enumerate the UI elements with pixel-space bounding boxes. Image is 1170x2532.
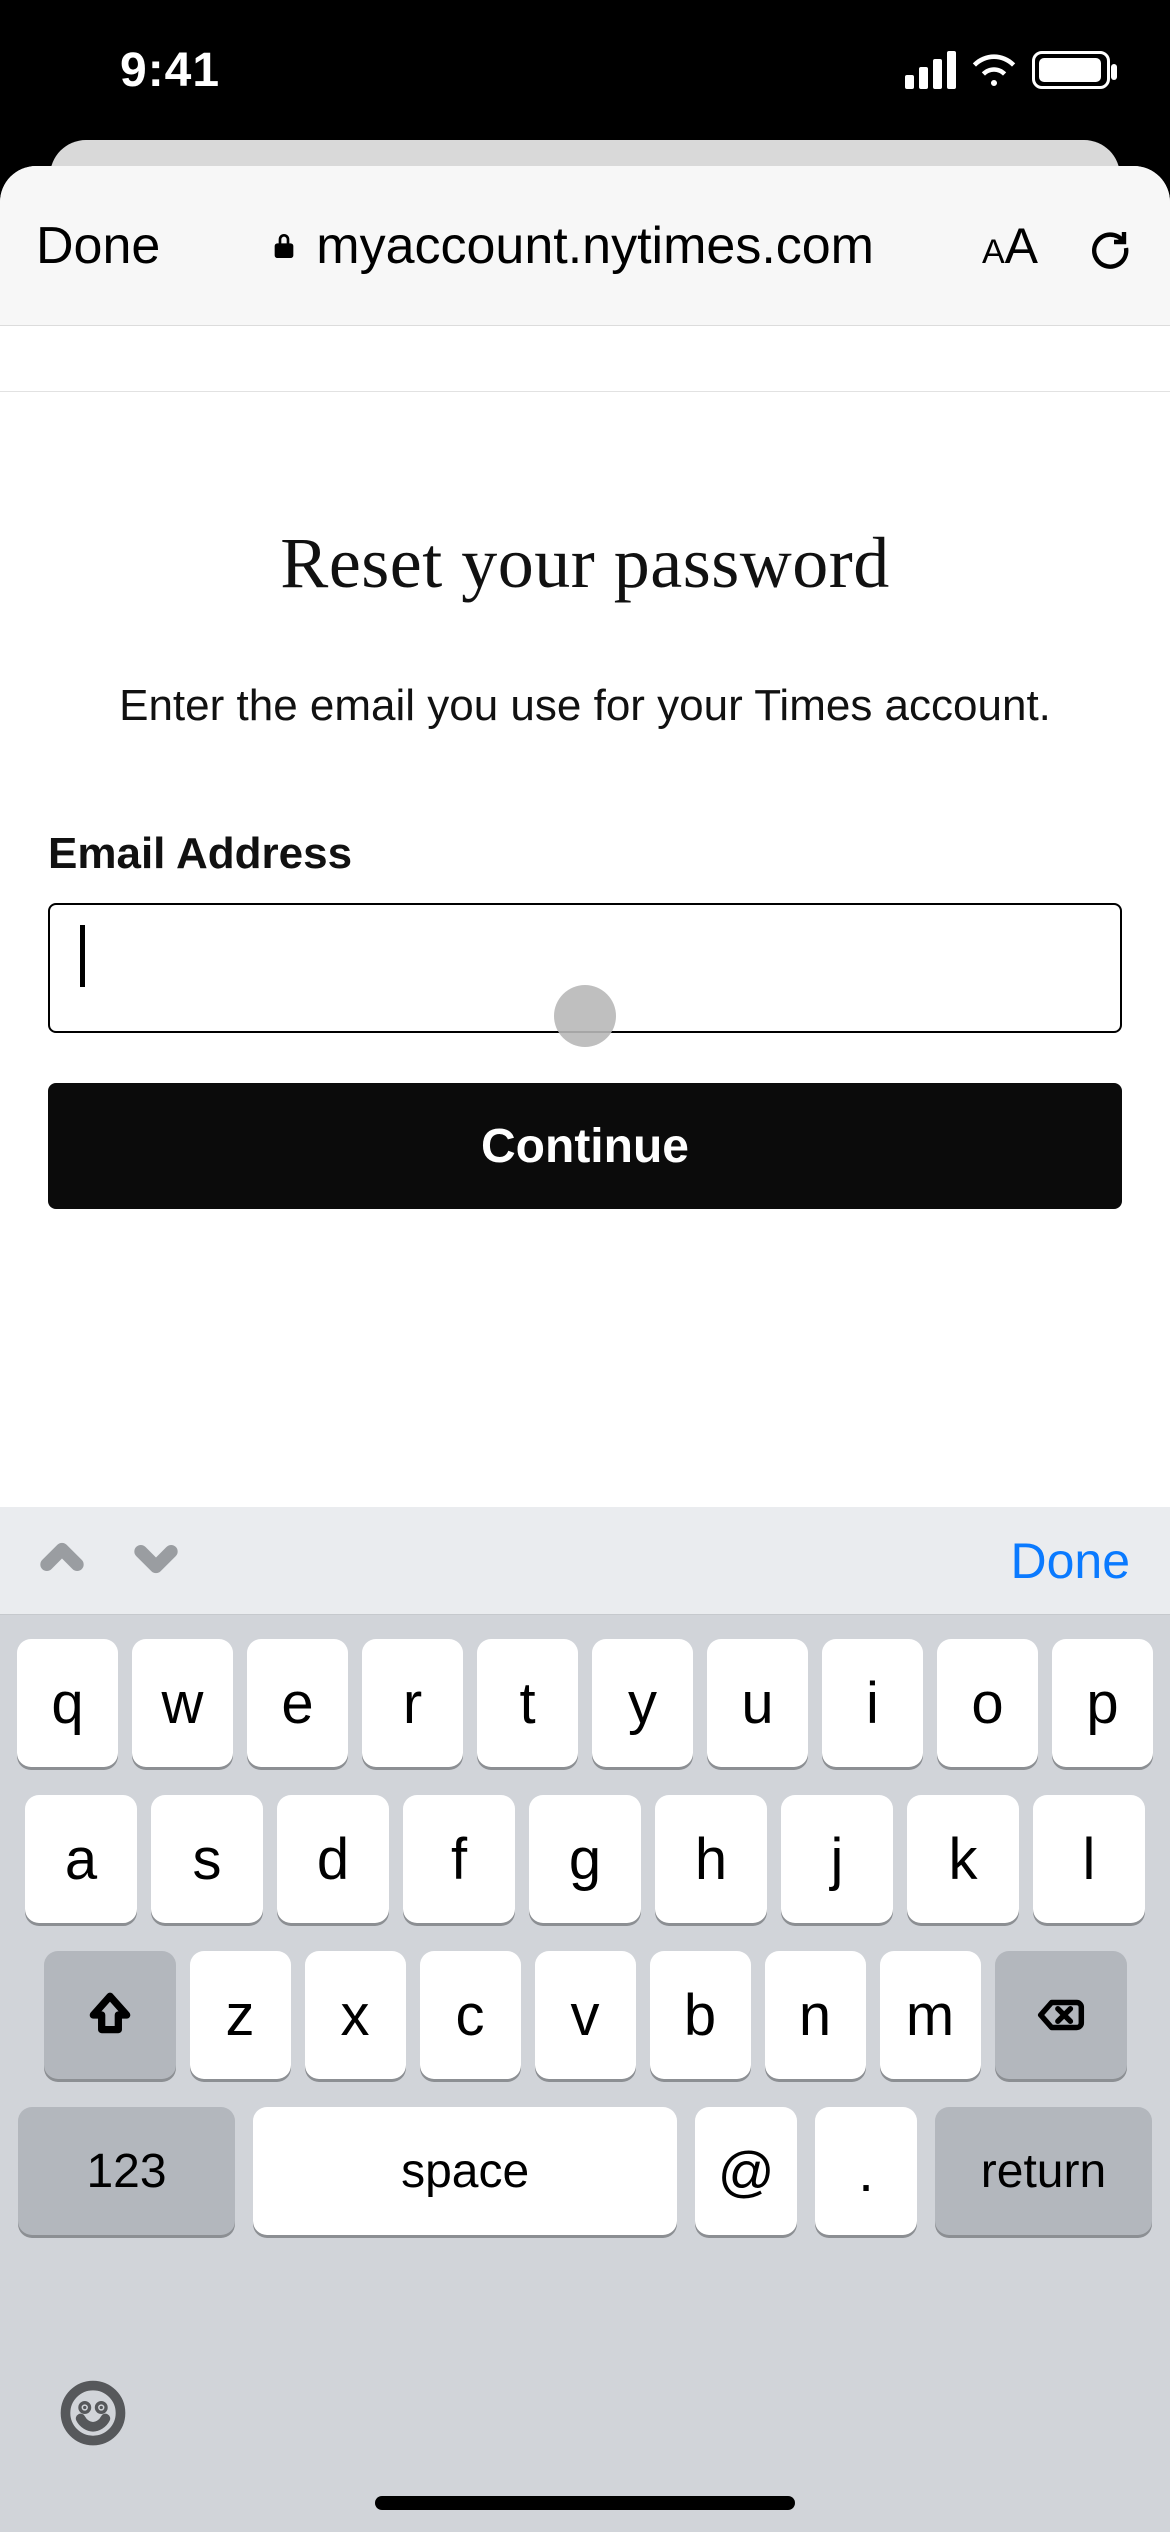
key-h[interactable]: h [655,1795,767,1923]
reload-button[interactable] [1086,222,1134,270]
key-y[interactable]: y [592,1639,693,1767]
done-button[interactable]: Done [36,216,160,276]
at-key[interactable]: @ [695,2107,797,2235]
key-c[interactable]: c [420,1951,521,2079]
page-title: Reset your password [48,522,1122,605]
key-g[interactable]: g [529,1795,641,1923]
key-w[interactable]: w [132,1639,233,1767]
continue-button[interactable]: Continue [48,1083,1122,1209]
dot-key[interactable]: . [815,2107,917,2235]
return-key[interactable]: return [935,2107,1152,2235]
key-f[interactable]: f [403,1795,515,1923]
key-s[interactable]: s [151,1795,263,1923]
key-k[interactable]: k [907,1795,1019,1923]
text-caret [80,925,85,987]
key-n[interactable]: n [765,1951,866,2079]
key-z[interactable]: z [190,1951,291,2079]
web-page: Reset your password Enter the email you … [0,326,1170,1209]
key-j[interactable]: j [781,1795,893,1923]
key-t[interactable]: t [477,1639,578,1767]
url-text: myaccount.nytimes.com [316,216,874,276]
battery-icon [1032,51,1110,89]
safari-toolbar: Done myaccount.nytimes.com AA [0,166,1170,326]
key-o[interactable]: o [937,1639,1038,1767]
numbers-key[interactable]: 123 [18,2107,235,2235]
keyboard-done-button[interactable]: Done [1010,1532,1130,1590]
shift-key[interactable] [44,1951,176,2079]
lock-icon [268,230,300,262]
key-i[interactable]: i [822,1639,923,1767]
key-u[interactable]: u [707,1639,808,1767]
email-label: Email Address [48,829,1122,879]
home-indicator [375,2496,795,2510]
key-r[interactable]: r [362,1639,463,1767]
next-field-button[interactable] [130,1532,182,1589]
cellular-signal-icon [905,51,956,89]
page-header-strip [0,326,1170,392]
key-b[interactable]: b [650,1951,751,2079]
key-m[interactable]: m [880,1951,981,2079]
touch-indicator [554,985,616,1047]
status-bar: 9:41 [0,0,1170,140]
key-v[interactable]: v [535,1951,636,2079]
key-d[interactable]: d [277,1795,389,1923]
email-field-wrap [48,879,1122,1033]
address-bar[interactable]: myaccount.nytimes.com [268,216,874,276]
prev-field-button[interactable] [36,1532,88,1589]
keyboard-accessory-bar: Done [0,1507,1170,1615]
status-time: 9:41 [120,43,220,98]
page-subtitle: Enter the email you use for your Times a… [48,681,1122,731]
keyboard: Done qwertyuiop asdfghjkl zxcvbnm 123 sp… [0,1507,1170,2532]
safari-sheet: Done myaccount.nytimes.com AA Reset your [0,166,1170,2532]
status-icons [905,46,1110,94]
key-x[interactable]: x [305,1951,406,2079]
key-a[interactable]: a [25,1795,137,1923]
space-key[interactable]: space [253,2107,677,2235]
text-size-button[interactable]: AA [982,217,1038,275]
key-p[interactable]: p [1052,1639,1153,1767]
key-l[interactable]: l [1033,1795,1145,1923]
backspace-key[interactable] [995,1951,1127,2079]
key-q[interactable]: q [17,1639,118,1767]
key-e[interactable]: e [247,1639,348,1767]
emoji-key[interactable] [60,2380,126,2451]
wifi-icon [970,46,1018,94]
